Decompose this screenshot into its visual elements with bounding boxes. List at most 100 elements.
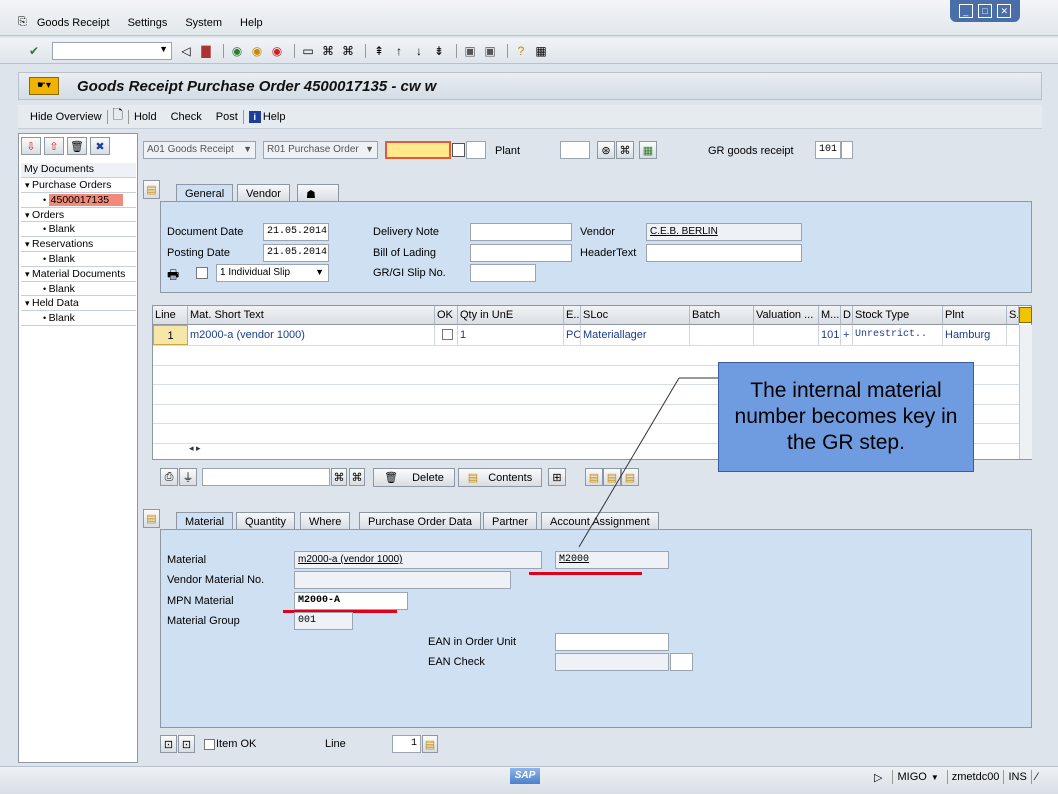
header-toggle-icon[interactable]: ▤ <box>143 180 160 199</box>
status-expand-icon[interactable]: ▷ <box>874 771 882 784</box>
tree-leaf[interactable]: • Blank <box>21 311 136 326</box>
posting-date-input[interactable]: 21.05.2014 <box>263 244 329 262</box>
filter-icon[interactable]: ⏚ <box>179 468 197 486</box>
gr-slip-input[interactable] <box>470 264 536 282</box>
find-icon[interactable]: ⌘ <box>320 43 336 59</box>
execute-icon[interactable]: ⊛ <box>597 141 615 159</box>
item-prev-icon[interactable]: ⊡ <box>160 735 177 753</box>
cell-empty[interactable] <box>435 325 458 345</box>
line-input[interactable]: 1 <box>392 735 421 753</box>
cell-unit[interactable]: PC <box>564 325 581 345</box>
column-config-icon[interactable] <box>1019 307 1032 323</box>
print-icon[interactable]: ▭ <box>300 43 316 59</box>
po-number-input[interactable] <box>385 141 451 159</box>
tab-general[interactable]: General <box>176 184 234 202</box>
column-header[interactable]: Mat. Short Text <box>188 306 435 325</box>
column-header[interactable]: D <box>841 306 853 325</box>
cell-mvt[interactable]: 101 <box>819 325 841 345</box>
tree-node[interactable]: ▾ Reservations <box>21 237 136 252</box>
maximize-icon[interactable]: □ <box>977 4 992 18</box>
item-ok-checkbox[interactable] <box>204 739 215 750</box>
bill-of-lading-input[interactable] <box>470 244 572 262</box>
settings-icon[interactable]: ⊞ <box>548 468 566 486</box>
back-icon[interactable]: ◉ <box>229 43 245 59</box>
cell-empty[interactable] <box>754 325 819 345</box>
grid-find-next-icon[interactable]: ⌘ <box>349 468 365 486</box>
previous-page-icon[interactable]: ↑ <box>391 43 407 59</box>
shortcut-icon[interactable]: ▣ <box>482 43 498 59</box>
next-page-icon[interactable]: ↓ <box>411 43 427 59</box>
detail-toggle-icon[interactable]: ▤ <box>143 509 160 528</box>
details-icon-2[interactable]: ▤ <box>603 468 621 486</box>
slip-select[interactable]: 1 Individual Slip ▼ <box>216 264 329 282</box>
hold-button[interactable]: Hold <box>134 111 157 123</box>
movement-extra-input[interactable] <box>841 141 853 159</box>
item-next-icon[interactable]: ⊡ <box>178 735 195 753</box>
po-search-icon[interactable] <box>452 143 465 157</box>
line-go-icon[interactable]: ▤ <box>422 735 438 753</box>
column-header[interactable]: M... <box>819 306 841 325</box>
column-header[interactable]: OK <box>435 306 458 325</box>
cell-empty[interactable] <box>690 325 754 345</box>
print-checkbox[interactable] <box>196 267 208 279</box>
save-icon[interactable]: ▇ <box>198 43 214 59</box>
tree-node[interactable]: ▾ Material Documents <box>21 267 136 282</box>
tab-detail-quantity[interactable]: Quantity <box>236 512 295 530</box>
item-search-input[interactable] <box>202 468 330 486</box>
column-header[interactable]: Stock Type <box>853 306 943 325</box>
title-menu-icon[interactable]: ☛▾ <box>29 77 59 95</box>
expand-triangle-icon[interactable]: ▾ <box>25 239 32 249</box>
last-page-icon[interactable]: ⇟ <box>431 43 447 59</box>
ean-check-extra[interactable] <box>670 653 693 671</box>
po-item-input[interactable] <box>466 141 486 159</box>
exit-icon[interactable]: ⎘ <box>18 16 27 29</box>
column-header[interactable]: Batch <box>690 306 754 325</box>
command-field[interactable]: ▼ <box>52 41 172 60</box>
cell-sloc[interactable]: Materiallager <box>581 325 690 345</box>
ok-checkbox[interactable] <box>442 329 453 340</box>
tree-leaf[interactable]: • 4500017135 <box>21 193 136 208</box>
cancel-icon[interactable]: ◉ <box>269 43 285 59</box>
vertical-scrollbar[interactable] <box>1019 325 1032 459</box>
post-button[interactable]: Post <box>216 111 238 123</box>
hide-overview-button[interactable]: Hide Overview <box>30 111 102 123</box>
delivery-note-input[interactable] <box>470 223 572 241</box>
help-button[interactable]: Help <box>263 111 286 123</box>
menu-settings[interactable]: Settings <box>128 17 168 29</box>
layout-menu-icon[interactable]: ▦ <box>533 43 549 59</box>
tree-node[interactable]: ▾ Orders <box>21 208 136 223</box>
document-date-input[interactable]: 21.05.2014 <box>263 223 329 241</box>
plant-input[interactable] <box>560 141 590 159</box>
back-arrow-icon[interactable]: ◁ <box>178 43 194 59</box>
column-header[interactable]: Valuation ... <box>754 306 819 325</box>
movement-type-input[interactable]: 101 <box>815 141 841 159</box>
tab-detail-where[interactable]: Where <box>300 512 351 530</box>
menu-goods-receipt[interactable]: Goods Receipt <box>37 17 110 29</box>
details-icon-1[interactable]: ▤ <box>585 468 603 486</box>
tab-partner-icon[interactable]: ☗ <box>297 184 339 202</box>
transaction-dropdown-icon[interactable]: ▼ <box>931 773 939 782</box>
details-icon-3[interactable]: ▤ <box>621 468 639 486</box>
close-overview-icon[interactable]: ✖ <box>90 137 110 155</box>
delete-icon[interactable]: 🗑 <box>67 137 87 155</box>
ean-unit-input[interactable] <box>555 633 669 651</box>
grid-settings-icon[interactable]: ▦ <box>639 141 657 159</box>
exit-button-icon[interactable]: ◉ <box>249 43 265 59</box>
column-header[interactable]: S. <box>1007 306 1019 325</box>
tab-detail-partner[interactable]: Partner <box>483 512 538 530</box>
collapse-all-icon[interactable]: ⇧ <box>44 137 64 155</box>
horizontal-scrollbar[interactable]: ◂ ▸ <box>189 443 609 457</box>
minimize-icon[interactable]: _ <box>958 4 973 18</box>
action-select[interactable]: A01 Goods Receipt ▼ <box>143 141 256 159</box>
find-next-icon[interactable]: ⌘ <box>340 43 356 59</box>
tree-node[interactable]: ▾ Purchase Orders <box>21 178 136 193</box>
cell-stock[interactable]: Unrestrict.. <box>853 325 943 345</box>
expand-all-icon[interactable]: ⇩ <box>21 137 41 155</box>
cell-d[interactable]: + <box>841 325 853 345</box>
print-grid-icon[interactable]: ⎙ <box>160 468 178 486</box>
expand-triangle-icon[interactable]: ▾ <box>25 180 32 190</box>
expand-triangle-icon[interactable]: ▾ <box>25 269 32 279</box>
cell-line[interactable]: 1 <box>153 325 188 345</box>
cell-text[interactable]: m2000-a (vendor 1000) <box>188 325 435 345</box>
expand-triangle-icon[interactable]: ▾ <box>25 298 32 308</box>
